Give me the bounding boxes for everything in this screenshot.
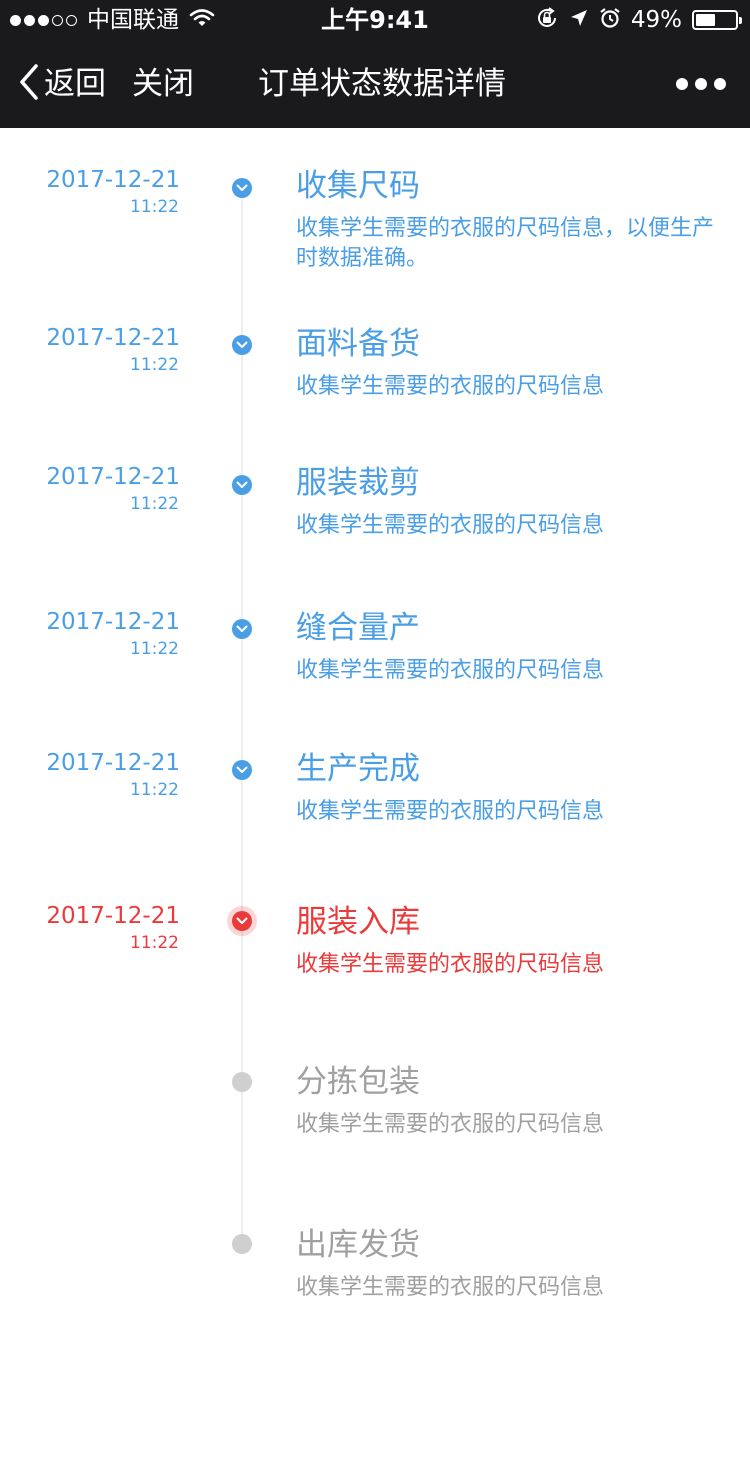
step-check-icon: [232, 619, 252, 639]
alarm-icon: [599, 7, 621, 33]
step-check-icon: [232, 760, 252, 780]
step-description: 收集学生需要的衣服的尺码信息: [296, 1275, 605, 1300]
step-title: 收集尺码: [296, 168, 420, 204]
battery-level: [696, 14, 715, 26]
step-description: 收集学生需要的衣服的尺码信息，以便生产时数据准确。: [296, 216, 715, 271]
more-dot: [714, 78, 726, 90]
step-description: 收集学生需要的衣服的尺码信息: [296, 374, 605, 399]
step-date: 2017-12-21: [46, 325, 180, 351]
step-description: 收集学生需要的衣服的尺码信息: [296, 1112, 605, 1137]
step-description: 收集学生需要的衣服的尺码信息: [296, 952, 605, 977]
step-pending-dot-icon: [232, 1234, 252, 1254]
battery-icon: [692, 10, 742, 30]
step-title: 生产完成: [296, 751, 420, 787]
step-description: 收集学生需要的衣服的尺码信息: [296, 658, 605, 683]
close-button[interactable]: 关闭: [132, 62, 194, 106]
battery-percent: 49%: [630, 7, 682, 33]
step-date: 2017-12-21: [46, 464, 180, 490]
chevron-left-icon: [18, 62, 40, 106]
step-check-icon: [232, 178, 252, 198]
step-title: 服装入库: [296, 904, 420, 940]
back-button[interactable]: 返回: [18, 62, 106, 106]
more-options-button[interactable]: [676, 78, 726, 90]
step-check-icon: [232, 475, 252, 495]
step-date: 2017-12-21: [46, 609, 180, 635]
rotation-lock-icon: [535, 6, 559, 34]
step-time: 11:22: [130, 197, 179, 217]
nav-bar: 返回 关闭 订单状态数据详情: [0, 40, 750, 128]
step-time: 11:22: [130, 494, 179, 514]
step-date: 2017-12-21: [46, 750, 180, 776]
step-description: 收集学生需要的衣服的尺码信息: [296, 799, 605, 824]
step-title: 分拣包装: [296, 1064, 420, 1100]
step-date: 2017-12-21: [46, 903, 180, 929]
step-date: 2017-12-21: [46, 167, 180, 193]
step-check-icon: [232, 335, 252, 355]
step-title: 面料备货: [296, 326, 420, 362]
step-title: 出库发货: [296, 1227, 420, 1263]
step-title: 缝合量产: [296, 610, 420, 646]
step-current-icon: [232, 911, 252, 931]
step-title: 服装裁剪: [296, 465, 420, 501]
status-bar: 中国联通 上午9:41 49%: [0, 0, 750, 40]
more-dot: [676, 78, 688, 90]
more-dot: [695, 78, 707, 90]
step-pending-dot-icon: [232, 1072, 252, 1092]
status-right: 49%: [535, 6, 742, 34]
step-time: 11:22: [130, 639, 179, 659]
step-description: 收集学生需要的衣服的尺码信息: [296, 513, 605, 538]
step-time: 11:22: [130, 355, 179, 375]
step-time: 11:22: [130, 780, 179, 800]
page-title: 订单状态数据详情: [258, 66, 506, 102]
back-label: 返回: [44, 66, 106, 102]
step-time: 11:22: [130, 933, 179, 953]
location-arrow-icon: [569, 8, 589, 32]
